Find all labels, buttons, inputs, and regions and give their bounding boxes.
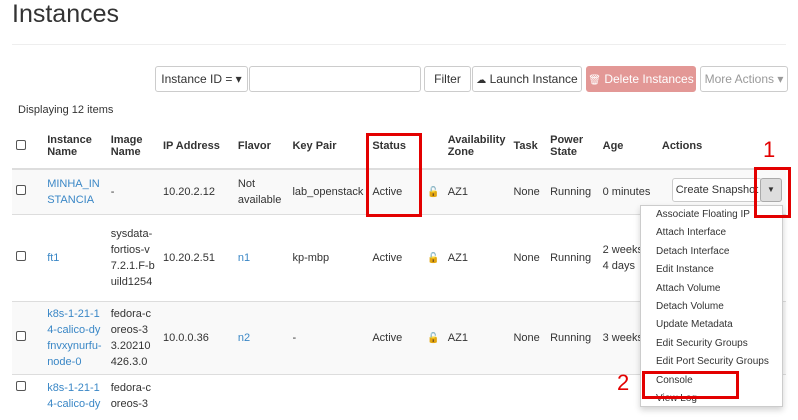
flavor-link[interactable]: n2 (238, 332, 250, 344)
status: Active (368, 302, 417, 375)
more-actions-button[interactable]: More Actions ▾ (700, 66, 788, 92)
unlock-icon: 🔓 (427, 333, 439, 344)
flavor-link[interactable]: n1 (238, 252, 250, 264)
power-state: Running (546, 302, 599, 375)
key-pair: lab_openstack (288, 169, 368, 215)
availability-zone: AZ1 (444, 302, 510, 375)
availability-zone: AZ1 (444, 169, 510, 215)
row-checkbox[interactable] (16, 185, 26, 195)
col-availability-zone[interactable]: Availability Zone (444, 124, 510, 169)
power-state: Running (546, 215, 599, 302)
menu-item-edit-security-groups[interactable]: Edit Security Groups (641, 335, 782, 353)
row-checkbox[interactable] (16, 331, 26, 341)
menu-item-attach-interface[interactable]: Attach Interface (641, 224, 782, 242)
status-highlight-box (366, 133, 422, 217)
instance-name-link[interactable]: k8s-1-21-14-calico-dy (47, 382, 100, 410)
task: None (509, 215, 546, 302)
menu-item-attach-volume[interactable]: Attach Volume (641, 280, 782, 298)
cloud-upload-icon: ☁ (476, 75, 486, 86)
power-state: Running (546, 169, 599, 215)
col-instance-name[interactable]: Instance Name (43, 124, 107, 169)
select-all-checkbox[interactable] (16, 140, 26, 150)
launch-instance-button[interactable]: ☁ Launch Instance (472, 66, 582, 92)
delete-instances-button[interactable]: 🗑 Delete Instances (586, 66, 696, 92)
unlock-icon: 🔓 (427, 253, 439, 264)
key-pair: - (288, 302, 368, 375)
page-title: Instances (12, 0, 119, 29)
col-ip-address[interactable]: IP Address (159, 124, 234, 169)
ip-address: 10.20.2.51 (159, 215, 234, 302)
menu-item-update-metadata[interactable]: Update Metadata (641, 316, 782, 334)
col-age[interactable]: Age (599, 124, 658, 169)
unlock-icon: 🔓 (427, 187, 439, 198)
filter-field-select[interactable]: Instance ID = ▾ (155, 66, 248, 92)
col-task[interactable]: Task (509, 124, 546, 169)
instance-name-link[interactable]: ft1 (47, 252, 59, 264)
task: None (509, 302, 546, 375)
col-power-state[interactable]: Power State (546, 124, 599, 169)
image-name: - (107, 169, 159, 215)
menu-item-edit-instance[interactable]: Edit Instance (641, 261, 782, 279)
launch-instance-label: Launch Instance (490, 72, 578, 86)
annotation-marker-1: 1 (763, 137, 775, 163)
delete-instances-label: Delete Instances (604, 72, 693, 86)
flavor: Not available (234, 169, 289, 215)
console-highlight-box (642, 371, 739, 399)
status: Active (368, 215, 417, 302)
row-checkbox[interactable] (16, 381, 26, 391)
dropdown-toggle-highlight-box (754, 167, 791, 218)
col-flavor[interactable]: Flavor (234, 124, 289, 169)
trash-icon: 🗑 (588, 75, 601, 86)
col-image-name[interactable]: Image Name (107, 124, 159, 169)
menu-item-detach-interface[interactable]: Detach Interface (641, 243, 782, 261)
ip-address: 10.0.0.36 (159, 302, 234, 375)
task: None (509, 169, 546, 215)
instance-name-link[interactable]: k8s-1-21-14-calico-dyfnvxynurfu-node-0 (47, 308, 101, 368)
image-name: sysdata-fortios-v7.2.1.F-build1254 (107, 215, 159, 302)
row-checkbox[interactable] (16, 251, 26, 261)
filter-input[interactable] (249, 66, 421, 92)
filter-button[interactable]: Filter (424, 66, 471, 92)
menu-item-edit-port-security-groups[interactable]: Edit Port Security Groups (641, 353, 782, 371)
image-name: fedora-coreos-33.20210426.3.0 (107, 302, 159, 375)
col-key-pair[interactable]: Key Pair (288, 124, 368, 169)
key-pair: kp-mbp (288, 215, 368, 302)
image-name: fedora-coreos-3 (107, 375, 159, 420)
title-divider (12, 44, 786, 45)
instance-name-link[interactable]: MINHA_INSTANCIA (47, 178, 100, 206)
menu-item-detach-volume[interactable]: Detach Volume (641, 298, 782, 316)
create-snapshot-button[interactable]: Create Snapshot (672, 178, 762, 202)
annotation-marker-2: 2 (617, 370, 629, 396)
ip-address: 10.20.2.12 (159, 169, 234, 215)
display-count: Displaying 12 items (18, 104, 113, 116)
availability-zone: AZ1 (444, 215, 510, 302)
